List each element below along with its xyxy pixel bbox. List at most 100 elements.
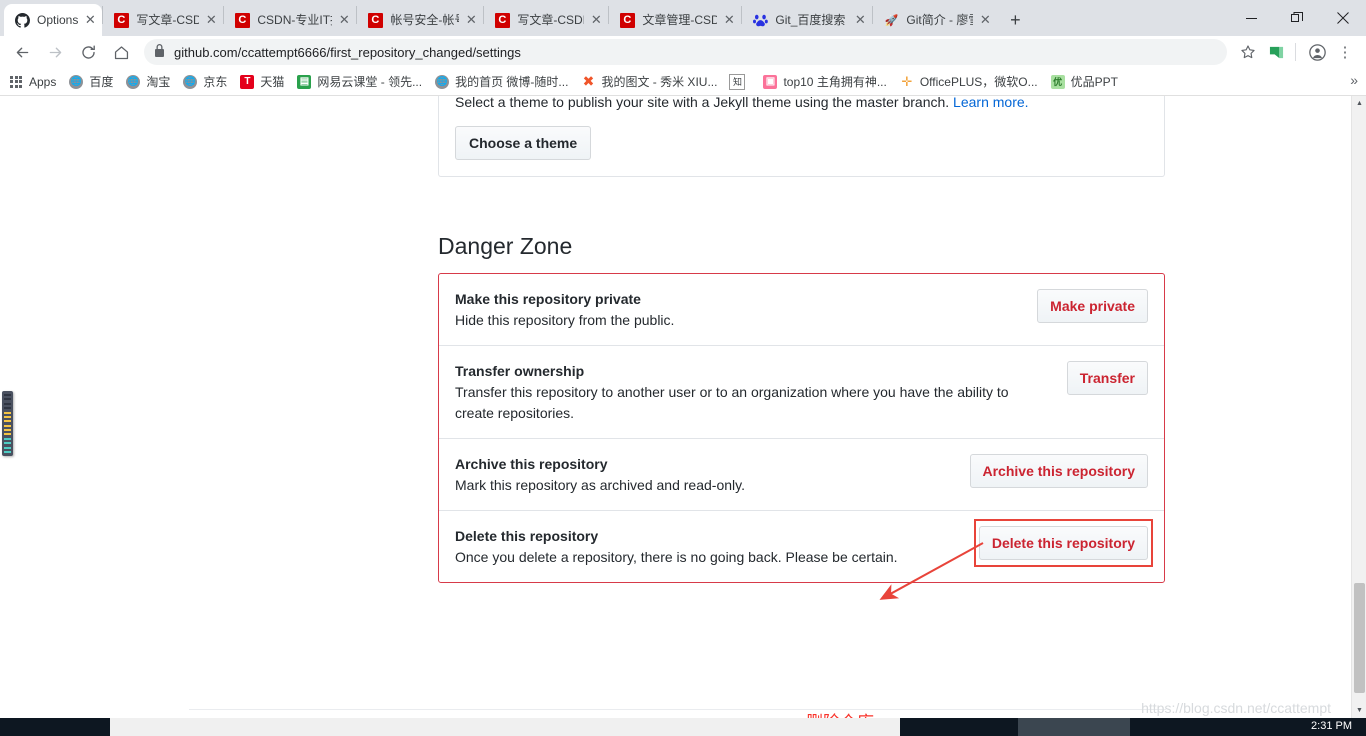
- tab-title: 文章管理-CSDN博客: [642, 13, 718, 27]
- theme-description-tail: branch.: [902, 96, 950, 110]
- windows-taskbar: 2:31 PM: [0, 718, 1366, 736]
- globe-icon: 🌐: [434, 74, 450, 90]
- bookmark-taobao[interactable]: 🌐 淘宝: [125, 73, 170, 90]
- bookmark-weibo[interactable]: 🌐 我的首页 微博-随时...: [434, 73, 568, 90]
- floating-level-widget[interactable]: [2, 391, 13, 456]
- tab-title: CSDN-专业IT技术社区: [257, 13, 332, 27]
- address-bar[interactable]: github.com/ccattempt6666/first_repositor…: [144, 39, 1227, 65]
- tab-csdn-community[interactable]: C CSDN-专业IT技术社区 ✕: [224, 4, 356, 36]
- taskbar-clock[interactable]: 2:31 PM: [1311, 720, 1352, 732]
- theme-branch-name: master: [851, 96, 903, 110]
- tab-csdn-write-2[interactable]: C 写文章-CSDN博客 ✕: [484, 4, 608, 36]
- book-icon: ▤: [296, 74, 312, 90]
- scrollbar-up-arrow-icon[interactable]: ▲: [1352, 96, 1366, 111]
- make-private-button[interactable]: Make private: [1037, 289, 1148, 323]
- choose-a-theme-button[interactable]: Choose a theme: [455, 126, 592, 160]
- rocket-icon: 🚀: [884, 14, 899, 27]
- globe-icon: 🌐: [68, 74, 84, 90]
- officeplus-icon: ✛: [901, 73, 913, 89]
- bookmark-baidu[interactable]: 🌐 百度: [68, 73, 113, 90]
- reload-button[interactable]: [74, 38, 102, 66]
- annotation-text: 删除仓库: [806, 708, 874, 718]
- browser-toolbar: github.com/ccattempt6666/first_repositor…: [0, 36, 1366, 68]
- theme-description-text: Select a theme to publish your site with…: [455, 96, 852, 110]
- delete-this-repository-button[interactable]: Delete this repository: [978, 526, 1148, 560]
- tab-close-icon[interactable]: ✕: [336, 12, 352, 28]
- tab-close-icon[interactable]: ✕: [977, 12, 993, 28]
- scrollbar-thumb[interactable]: [1354, 583, 1365, 693]
- bookmark-label: 淘宝: [146, 75, 171, 89]
- theme-description: Select a theme to publish your site with…: [455, 96, 1148, 112]
- minimize-button[interactable]: [1228, 0, 1274, 36]
- bookmark-netease-class[interactable]: ▤ 网易云课堂 - 领先...: [296, 73, 422, 90]
- danger-row-text: Transfer ownership Transfer this reposit…: [455, 361, 1067, 424]
- globe-icon: 🌐: [182, 74, 198, 90]
- tab-close-icon[interactable]: ✕: [721, 12, 737, 28]
- tab-git-intro[interactable]: 🚀 Git简介 - 廖雪峰 ✕: [873, 4, 997, 36]
- bookmark-officeplus[interactable]: ✛ OfficePLUS，微软O...: [899, 73, 1037, 90]
- bookmark-label: 我的图文 - 秀米 XIU...: [601, 75, 718, 89]
- github-icon: [14, 12, 30, 28]
- back-button[interactable]: [8, 38, 36, 66]
- bookmark-star-icon[interactable]: [1235, 39, 1261, 65]
- archive-this-repository-button[interactable]: Archive this repository: [969, 454, 1148, 488]
- baidu-icon: [752, 12, 768, 28]
- bookmarks-overflow-icon[interactable]: »: [1350, 72, 1358, 88]
- tmall-icon: T: [239, 74, 255, 90]
- tab-close-icon[interactable]: ✕: [82, 12, 98, 28]
- extension-icon[interactable]: [1263, 39, 1289, 65]
- bookmark-apps[interactable]: Apps: [8, 74, 56, 90]
- tab-article-manage[interactable]: C 文章管理-CSDN博客 ✕: [609, 4, 741, 36]
- bookmarks-bar: Apps 🌐 百度 🌐 淘宝 🌐 京东 T 天猫 ▤ 网易云课堂 - 领先...…: [0, 68, 1366, 96]
- bookmark-tmall[interactable]: T 天猫: [239, 73, 284, 90]
- github-settings-page: Select a theme to publish your site with…: [0, 96, 1351, 718]
- taskbar-tray-segment[interactable]: [1018, 718, 1130, 736]
- xiumi-icon: ✖: [582, 73, 595, 89]
- close-button[interactable]: [1320, 0, 1366, 36]
- danger-row-make-private: Make this repository private Hide this r…: [439, 274, 1164, 345]
- tab-strip: Options ✕ C 写文章-CSDN博客 ✕ C CSDN-专业IT技术社区…: [0, 0, 1366, 36]
- danger-row-archive: Archive this repository Mark this reposi…: [439, 438, 1164, 510]
- bookmark-label: top10 主角拥有神...: [783, 75, 887, 89]
- tab-close-icon[interactable]: ✕: [463, 12, 479, 28]
- globe-icon: 🌐: [125, 74, 141, 90]
- csdn-icon: C: [619, 12, 635, 28]
- danger-row-delete: Delete this repository Once you delete a…: [439, 510, 1164, 582]
- tab-baidu-search[interactable]: Git_百度搜索 ✕: [742, 4, 872, 36]
- danger-row-description: Transfer this repository to another user…: [455, 384, 1009, 421]
- address-bar-url[interactable]: github.com/ccattempt6666/first_repositor…: [174, 45, 521, 60]
- bookmark-youpinppt[interactable]: 优 优品PPT: [1050, 73, 1118, 90]
- lock-icon: [154, 44, 165, 60]
- tab-account-security[interactable]: C 帐号安全-帐号设置 ✕: [357, 4, 483, 36]
- transfer-button[interactable]: Transfer: [1066, 361, 1148, 395]
- tab-close-icon[interactable]: ✕: [588, 12, 604, 28]
- home-button[interactable]: [107, 38, 135, 66]
- forward-button[interactable]: [41, 38, 69, 66]
- danger-zone-box: Make this repository private Hide this r…: [438, 273, 1165, 583]
- bookmark-unnamed[interactable]: 知: [729, 73, 750, 90]
- taskbar-active-window[interactable]: [110, 718, 900, 736]
- window-controls: [1228, 0, 1366, 36]
- bilibili-icon: ▣: [762, 74, 778, 90]
- danger-row-heading: Transfer ownership: [455, 363, 585, 379]
- page-scrollbar[interactable]: ▲ ▼: [1351, 96, 1366, 718]
- tab-options[interactable]: Options ✕: [4, 4, 103, 36]
- tab-csdn-write-1[interactable]: C 写文章-CSDN博客 ✕: [103, 4, 223, 36]
- profile-icon[interactable]: [1304, 39, 1330, 65]
- bookmark-jd[interactable]: 🌐 京东: [182, 73, 227, 90]
- tab-close-icon[interactable]: ✕: [203, 12, 219, 28]
- restore-button[interactable]: [1274, 0, 1320, 36]
- tab-title: 写文章-CSDN博客: [517, 13, 584, 27]
- delete-button-highlight: Delete this repository: [973, 519, 1154, 567]
- tab-title: Options: [37, 13, 79, 27]
- chrome-menu-icon[interactable]: ⋮: [1332, 39, 1358, 65]
- csdn-icon: C: [113, 12, 129, 28]
- new-tab-button[interactable]: +: [1001, 6, 1029, 34]
- theme-learn-more-link[interactable]: Learn more.: [953, 96, 1028, 110]
- bookmark-icon: 知: [729, 73, 746, 90]
- bookmark-bilibili[interactable]: ▣ top10 主角拥有神...: [762, 73, 887, 90]
- bookmark-xiumi[interactable]: ✖ 我的图文 - 秀米 XIU...: [580, 73, 718, 90]
- scrollbar-down-arrow-icon[interactable]: ▼: [1352, 703, 1366, 718]
- tab-close-icon[interactable]: ✕: [852, 12, 868, 28]
- page-viewport: Select a theme to publish your site with…: [0, 96, 1366, 718]
